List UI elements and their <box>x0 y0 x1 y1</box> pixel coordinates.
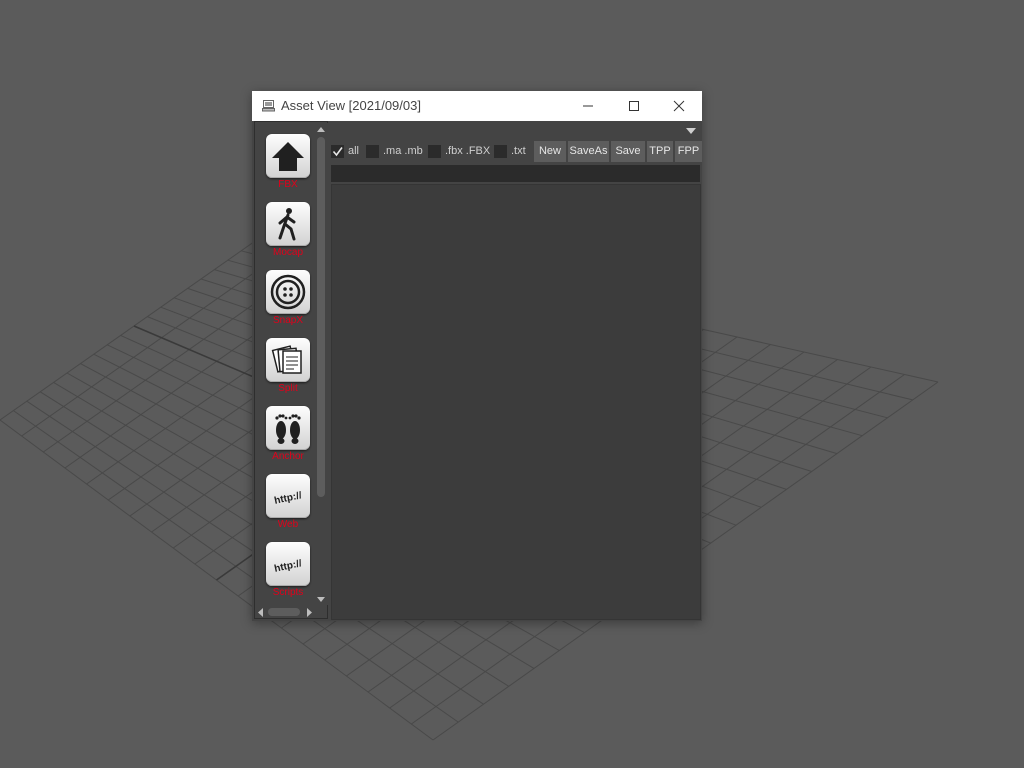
tool-scripts-button[interactable]: http:// Scripts <box>266 542 310 608</box>
tool-anchor-face[interactable] <box>266 406 310 450</box>
http-icon: http:// <box>273 490 303 507</box>
tool-mocap-button[interactable]: Mocap <box>266 202 310 268</box>
asset-view-window: Asset View [2021/09/03] FBX Mocap SnapX … <box>252 91 702 621</box>
tool-fbx-button[interactable]: FBX <box>266 134 310 200</box>
filter-txt-label: .txt <box>511 145 526 157</box>
walking-person-icon <box>278 208 296 241</box>
http-icon: http:// <box>273 558 303 575</box>
path-dropdown[interactable] <box>330 122 702 141</box>
tool-split-label: Split <box>278 383 298 394</box>
scroll-up-icon[interactable] <box>314 124 328 134</box>
checkmark-icon <box>332 147 343 157</box>
tool-scripts-face[interactable]: http:// <box>266 542 310 586</box>
tool-split-face[interactable] <box>266 338 310 382</box>
filter-fbx-label: .fbx .FBX <box>445 145 491 157</box>
vertical-scroll-thumb[interactable] <box>317 137 325 497</box>
filter-ma-mb-label: .ma .mb <box>383 145 423 157</box>
window-title: Asset View [2021/09/03] <box>281 98 421 113</box>
tool-scripts-label: Scripts <box>272 587 304 598</box>
documents-icon <box>271 345 302 374</box>
filter-ma-mb-checkbox[interactable] <box>366 145 379 158</box>
horizontal-scroll-thumb[interactable] <box>268 608 300 616</box>
tool-shelf: FBX Mocap SnapX Split Anchor http:// Web… <box>252 121 330 621</box>
maximize-button[interactable] <box>611 91 657 121</box>
filter-all-checkbox[interactable] <box>331 145 344 158</box>
filter-row: all .ma .mb .fbx .FBX .txt New SaveAs Sa… <box>330 140 702 163</box>
tool-anchor-button[interactable]: Anchor <box>266 406 310 472</box>
filter-all-label: all <box>348 145 360 157</box>
tool-anchor-label: Anchor <box>272 451 304 462</box>
title-bar[interactable]: Asset View [2021/09/03] <box>252 91 702 121</box>
footprints-icon <box>275 414 301 444</box>
filter-txt-checkbox[interactable] <box>494 145 507 158</box>
close-icon <box>673 100 685 112</box>
tool-mocap-label: Mocap <box>272 247 303 258</box>
tool-mocap-face[interactable] <box>266 202 310 246</box>
minimize-icon <box>583 105 593 107</box>
tool-web-face[interactable]: http:// <box>266 474 310 518</box>
tool-fbx-face[interactable] <box>266 134 310 178</box>
tpp-button[interactable]: TPP <box>647 141 673 162</box>
tool-web-label: Web <box>277 519 299 530</box>
tool-shelf-horizontal-scrollbar[interactable] <box>256 606 314 619</box>
scroll-down-icon[interactable] <box>314 595 328 605</box>
close-button[interactable] <box>656 91 702 121</box>
tool-shelf-vertical-scrollbar[interactable] <box>314 123 328 605</box>
save-as-button[interactable]: SaveAs <box>568 141 609 162</box>
maximize-icon <box>629 101 639 111</box>
home-arrow-icon <box>272 142 304 171</box>
tool-web-button[interactable]: http:// Web <box>266 474 310 540</box>
filter-fbx-checkbox[interactable] <box>428 145 441 158</box>
chevron-down-icon[interactable] <box>686 128 696 134</box>
button-icon <box>270 274 306 310</box>
search-input[interactable] <box>331 165 700 182</box>
asset-panel: all .ma .mb .fbx .FBX .txt New SaveAs Sa… <box>330 121 702 621</box>
tool-snapx-button[interactable]: SnapX <box>266 270 310 336</box>
window-app-icon <box>262 100 275 112</box>
new-button[interactable]: New <box>534 141 566 162</box>
tool-split-button[interactable]: Split <box>266 338 310 404</box>
tool-fbx-label: FBX <box>278 179 298 190</box>
save-button[interactable]: Save <box>611 141 645 162</box>
asset-list[interactable] <box>331 184 701 620</box>
tool-snapx-face[interactable] <box>266 270 310 314</box>
minimize-button[interactable] <box>565 91 611 121</box>
http-icon-text: http:// <box>273 558 303 575</box>
tool-snapx-label: SnapX <box>272 315 304 326</box>
scroll-right-icon[interactable] <box>304 606 314 619</box>
scroll-left-icon[interactable] <box>256 606 266 619</box>
fpp-button[interactable]: FPP <box>675 141 702 162</box>
http-icon-text: http:// <box>273 490 303 507</box>
